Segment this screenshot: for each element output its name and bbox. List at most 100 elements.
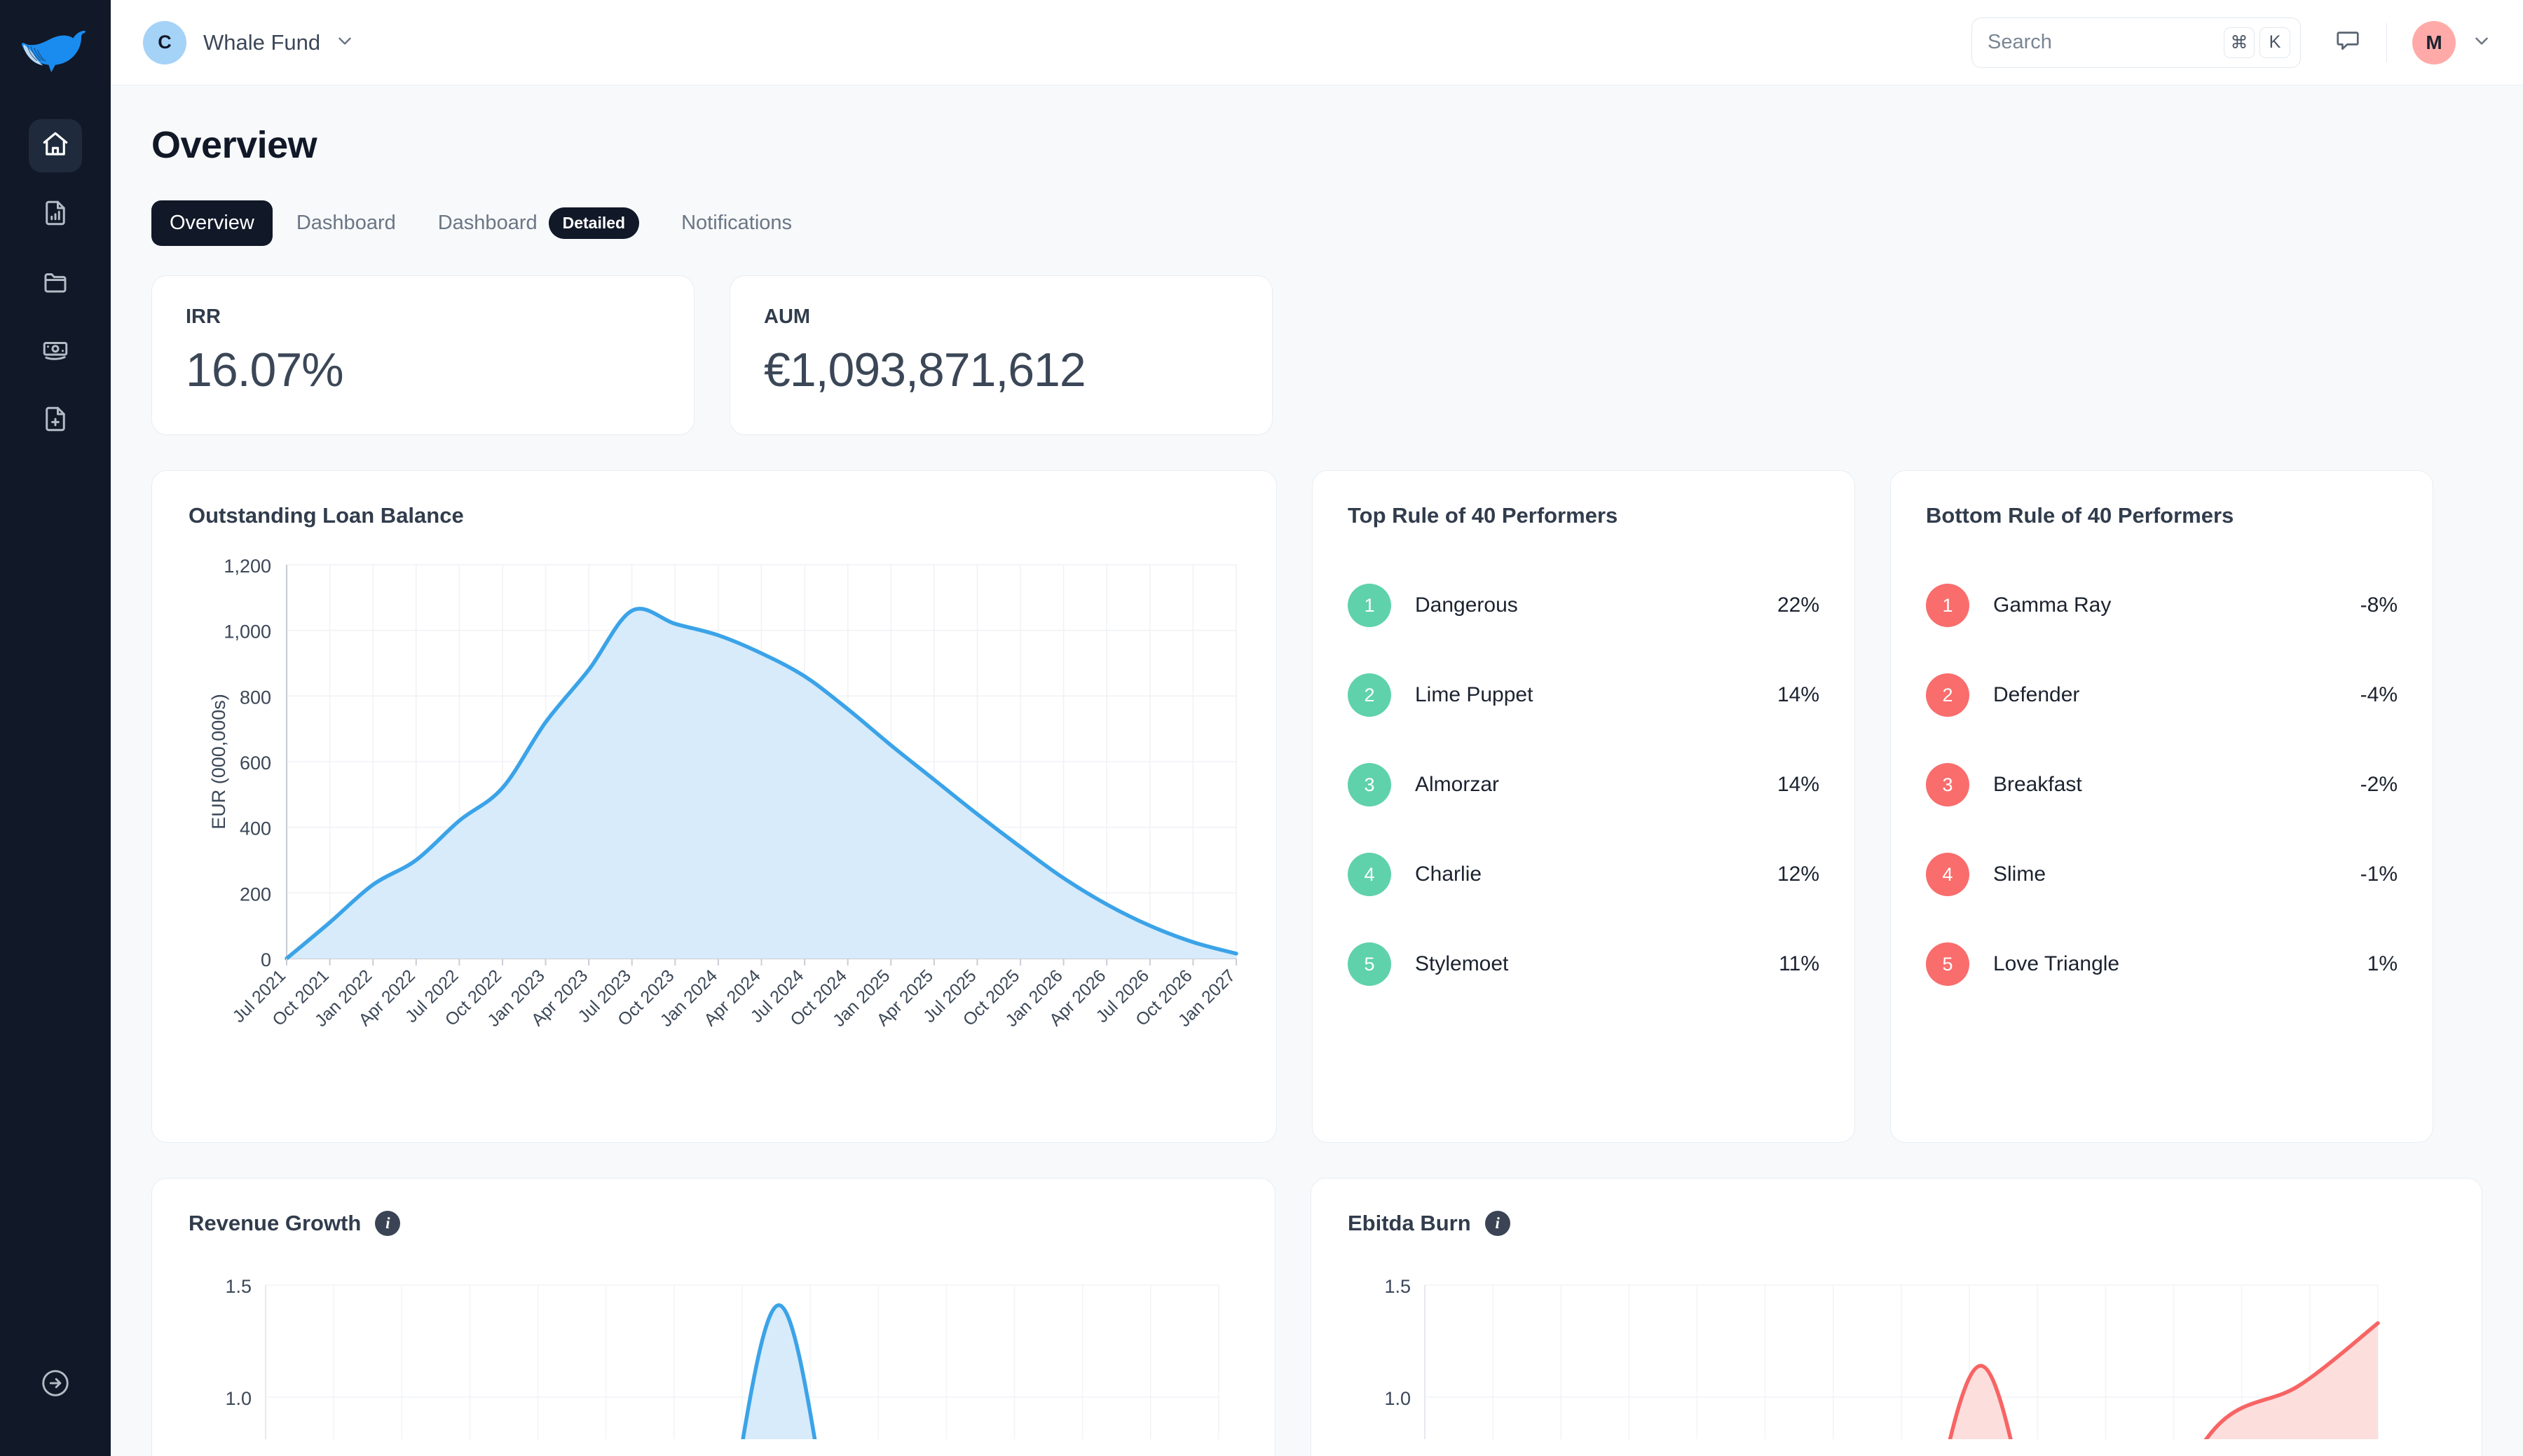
page-content: Overview Overview Dashboard Dashboard De… (111, 85, 2523, 1456)
tab-dashboard[interactable]: Dashboard (278, 200, 414, 246)
y-axis-tick-label: 1.5 (1384, 1276, 1411, 1297)
list-item-label: Gamma Ray (1993, 593, 2112, 617)
tab-label: Dashboard (437, 212, 538, 234)
page-title: Bottom Rule of 40 Performers (1926, 503, 2234, 528)
list-item-value: 1% (2367, 952, 2398, 975)
list-item-value: 12% (1777, 863, 1819, 886)
whale-logo-icon[interactable] (17, 21, 94, 83)
page-title: Ebitda Burn (1348, 1211, 1471, 1235)
y-axis-tick-label: 0 (261, 949, 271, 970)
y-axis-tick-label: 800 (240, 687, 271, 708)
sidebar-nav (29, 119, 82, 447)
bottom-performers-list: 1 Gamma Ray -8% 2 Defender -4% 3 Breakfast -2% 4 S… (1926, 561, 2398, 1009)
chevron-down-icon (2471, 30, 2492, 55)
rank-badge: 2 (1348, 673, 1391, 717)
kpi-value: 16.07% (186, 343, 344, 397)
revenue-growth-chart-svg: 0.51.01.5 (225, 1276, 1219, 1456)
list-item[interactable]: 2 Defender -4% (1926, 650, 2398, 740)
y-axis-tick-label: 1,200 (224, 556, 271, 577)
sidebar (0, 0, 111, 1456)
rank-badge: 1 (1348, 584, 1391, 627)
sidebar-item-reports[interactable] (29, 188, 82, 241)
list-item[interactable]: 2 Lime Puppet 14% (1348, 650, 1819, 740)
revenue-growth-chart: 0.51.01.5 (189, 1257, 1238, 1456)
loan-balance-chart: 0 200 400 600 800 1,000 1,200 EUR (000,000s) Jul… (189, 552, 1240, 1106)
home-icon (41, 130, 70, 163)
kpi-value: €1,093,871,612 (764, 343, 1086, 397)
chat-bubble-icon (2334, 27, 2361, 57)
search-input[interactable]: Search ⌘ K (1971, 17, 2301, 68)
y-axis-tick-label: 200 (240, 884, 271, 905)
rank-badge: 3 (1348, 763, 1391, 806)
y-axis-tick-label: 400 (240, 818, 271, 839)
info-icon[interactable]: i (1484, 1211, 1510, 1236)
y-axis-tick-label: 1,000 (224, 621, 271, 643)
kpi-label: AUM (764, 305, 811, 328)
bottom-row: Revenue Growth i 0.51.01.5 Ebitda Burn i… (151, 1178, 2482, 1456)
org-avatar[interactable]: C (143, 20, 186, 64)
list-item[interactable]: 1 Gamma Ray -8% (1926, 561, 2398, 650)
search-placeholder: Search (1988, 31, 2052, 53)
page-title: Revenue Growth (189, 1211, 362, 1235)
sidebar-item-home[interactable] (29, 119, 82, 172)
status-badge: Detailed (548, 207, 640, 239)
sidebar-item-new-document[interactable] (29, 394, 82, 447)
rank-badge: 5 (1926, 942, 1969, 986)
kpi-label: IRR (186, 305, 221, 328)
sidebar-expand-button[interactable] (34, 1364, 76, 1406)
kpi-card-aum: AUM €1,093,871,612 (730, 275, 1273, 435)
topbar-divider (2386, 22, 2387, 62)
list-item-label: Defender (1993, 683, 2080, 706)
chat-button[interactable] (2334, 27, 2361, 57)
list-item[interactable]: 1 Dangerous 22% (1348, 561, 1819, 650)
tab-notifications[interactable]: Notifications (663, 200, 810, 246)
topbar: C Whale Fund Search ⌘ K M (111, 0, 2523, 85)
tab-label: Overview (170, 212, 254, 234)
card-header: Revenue Growth i (189, 1211, 1238, 1236)
card-top-performers: Top Rule of 40 Performers 1 Dangerous 22% 2… (1312, 470, 1855, 1143)
list-item-value: 11% (1779, 952, 1819, 975)
tab-bar: Overview Dashboard Dashboard Detailed No… (151, 196, 2482, 250)
user-menu-button[interactable] (2471, 30, 2492, 55)
main-area: C Whale Fund Search ⌘ K M Overview Overv… (111, 0, 2523, 1456)
page-title: Outstanding Loan Balance (189, 503, 464, 528)
rank-badge: 4 (1926, 853, 1969, 896)
list-item-value: -4% (2360, 683, 2398, 706)
loan-balance-chart-svg: 02004006008001,0001,200EUR (000,000s)Jul… (208, 556, 1239, 1031)
card-ebitda-burn: Ebitda Burn i 0.51.01.5 (1311, 1178, 2482, 1456)
sidebar-item-transactions[interactable] (29, 325, 82, 378)
list-item[interactable]: 4 Slime -1% (1926, 830, 2398, 919)
document-chart-icon (41, 198, 70, 231)
list-item[interactable]: 5 Love Triangle 1% (1926, 919, 2398, 1009)
list-item-label: Almorzar (1415, 773, 1500, 796)
list-item[interactable]: 5 Stylemoet 11% (1348, 919, 1819, 1009)
tab-label: Notifications (681, 212, 793, 234)
list-item[interactable]: 3 Breakfast -2% (1926, 740, 2398, 830)
list-item-value: -1% (2360, 863, 2398, 886)
list-item-label: Lime Puppet (1415, 683, 1533, 706)
chevron-down-icon (334, 30, 355, 55)
y-axis-tick-label: 1.0 (225, 1388, 252, 1409)
list-item[interactable]: 4 Charlie 12% (1348, 830, 1819, 919)
page-title: Overview (151, 124, 317, 166)
y-axis-tick-label: 600 (240, 753, 271, 774)
y-axis-tick-label: 1.0 (1384, 1388, 1411, 1409)
list-item[interactable]: 3 Almorzar 14% (1348, 740, 1819, 830)
list-item-label: Dangerous (1415, 593, 1518, 617)
list-item-value: -8% (2360, 593, 2398, 617)
tab-label: Dashboard (296, 212, 396, 234)
card-outstanding-loan-balance: Outstanding Loan Balance 0 200 400 600 800 1,… (151, 470, 1277, 1143)
tab-overview[interactable]: Overview (151, 200, 273, 246)
rank-badge: 4 (1348, 853, 1391, 896)
top-performers-list: 1 Dangerous 22% 2 Lime Puppet 14% 3 Almorzar 14%… (1348, 561, 1819, 1009)
search-shortcut-cmd: ⌘ (2224, 27, 2255, 58)
avatar[interactable]: M (2412, 20, 2456, 64)
org-switcher-button[interactable] (334, 30, 355, 55)
app-root: C Whale Fund Search ⌘ K M Overview Overv… (0, 0, 2523, 1456)
tab-dashboard-detailed[interactable]: Dashboard Detailed (420, 196, 657, 250)
kpi-card-irr: IRR 16.07% (151, 275, 695, 435)
sidebar-item-folders[interactable] (29, 256, 82, 310)
rank-badge: 2 (1926, 673, 1969, 717)
org-name: Whale Fund (203, 29, 321, 55)
info-icon[interactable]: i (375, 1211, 401, 1236)
